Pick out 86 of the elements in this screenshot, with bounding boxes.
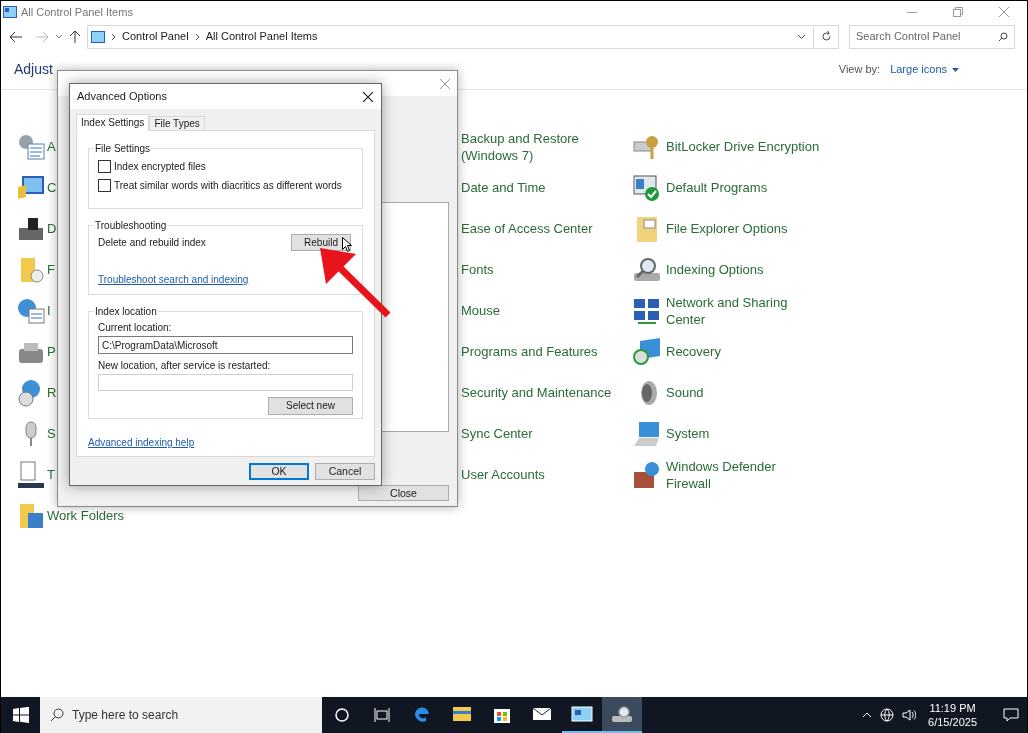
control-panel-link[interactable]: T (47, 466, 55, 483)
tab[interactable]: Index Settings (76, 114, 150, 131)
close-button[interactable]: Close (358, 485, 449, 501)
control-panel-link[interactable]: Backup and Restore (Windows 7) (461, 129, 579, 164)
clock[interactable]: 11:19 PM 6/15/2025 (924, 701, 981, 729)
chevron-down-icon[interactable] (55, 33, 63, 40)
search-icon (50, 708, 64, 722)
globe-icon[interactable] (880, 708, 895, 722)
control-panel-link[interactable]: Default Programs (666, 179, 768, 196)
close-icon[interactable] (363, 91, 373, 102)
control-panel-link[interactable]: System (666, 425, 710, 442)
up-arrow-icon[interactable] (69, 30, 81, 43)
speaker-icon[interactable] (902, 709, 917, 721)
control-panel-link[interactable]: I (47, 302, 51, 319)
checkbox-label: Treat similar words with diacritics as different words (114, 179, 342, 193)
control-panel-link[interactable]: Work Folders (47, 507, 125, 524)
help-link[interactable]: Advanced indexing help (88, 435, 195, 450)
control-panel-icon (91, 30, 105, 43)
control-panel-icon (3, 6, 17, 18)
control-panel-link[interactable]: F (47, 261, 55, 278)
monitor-clock-icon (632, 336, 662, 367)
search-field[interactable]: Search Control Panel (849, 24, 1015, 49)
select-new-button[interactable]: Select new (268, 397, 353, 415)
taskbar-search-field[interactable]: Type here to search (40, 697, 322, 733)
chevron-right-icon (194, 32, 200, 41)
field-label: Current location: (98, 321, 173, 335)
refresh-icon (820, 31, 832, 42)
chevron-right-icon (111, 32, 116, 41)
control-panel-link[interactable]: Date and Time (461, 179, 546, 196)
view-by-label: View by: (838, 62, 881, 78)
control-panel-link[interactable]: BitLocker Drive Encryption (666, 138, 820, 155)
control-panel-link[interactable]: Recovery (666, 343, 721, 360)
control-panel-link[interactable]: Security and Maintenance (461, 384, 612, 401)
notification-icon[interactable] (1003, 708, 1019, 722)
control-panel-link[interactable]: Windows Defender Firewall (666, 457, 776, 492)
address-bar[interactable]: Control Panel All Control Panel Items (87, 24, 814, 49)
control-panel-link[interactable]: A (47, 138, 56, 155)
breadcrumb-item[interactable]: All Control Panel Items (205, 28, 318, 45)
view-by-dropdown[interactable]: Large icons (890, 61, 959, 78)
control-panel-link[interactable]: Mouse (461, 302, 501, 319)
control-panel-link[interactable]: D (47, 220, 57, 237)
control-panel-link[interactable]: Indexing Options (666, 261, 764, 278)
checkbox[interactable] (98, 160, 111, 173)
brick-wall-globe-icon (632, 459, 662, 490)
control-panel-link[interactable]: R (47, 384, 57, 401)
caret-icon (952, 67, 959, 72)
location-field[interactable]: C:\ProgramData\Microsoft (98, 336, 353, 354)
taskbar-checklist-icon (16, 459, 46, 490)
control-panel-link[interactable]: File Explorer Options (666, 220, 788, 237)
control-panel-link[interactable]: Programs and Features (461, 343, 598, 360)
control-panel-link[interactable]: C (47, 179, 57, 196)
dialog-button[interactable]: OK (249, 463, 309, 480)
refresh-button[interactable] (813, 24, 839, 49)
rebuild-label: Delete and rebuild index (98, 236, 206, 250)
search-icon (998, 31, 1008, 42)
checkbox-label: Index encrypted files (114, 160, 206, 174)
control-panel-link[interactable]: Sound (666, 384, 704, 401)
folder-icon (452, 705, 472, 723)
back-arrow-icon[interactable] (9, 30, 23, 43)
envelope-icon (532, 706, 552, 722)
dialog-title: Advanced Options (77, 89, 167, 105)
breadcrumb-item[interactable]: Control Panel (122, 28, 189, 45)
control-panel-link[interactable]: Ease of Access Center (461, 220, 593, 237)
control-panel-link[interactable]: Network and Sharing Center (666, 293, 788, 328)
mouse-cursor-icon (342, 237, 352, 252)
dialog-button[interactable]: Cancel (315, 463, 375, 480)
control-panel-link[interactable]: User Accounts (461, 466, 545, 483)
chevron-down-icon[interactable] (797, 33, 806, 40)
page-heading: Adjust (14, 60, 53, 79)
checkbox[interactable] (98, 179, 111, 192)
window-title: All Control Panel Items (21, 4, 133, 20)
control-panel-link[interactable]: Sync Center (461, 425, 533, 442)
control-panel-icon (571, 706, 593, 722)
control-panel-link[interactable]: Fonts (461, 261, 494, 278)
control-panel-link[interactable]: S (47, 425, 56, 442)
field-label: New location, after service is restarted: (98, 359, 272, 373)
chevron-up-icon[interactable] (862, 712, 873, 718)
window-check-icon (632, 172, 662, 203)
group-title: File Settings (94, 141, 152, 156)
arrow-drawing (320, 248, 391, 318)
group-title: Troubleshooting (94, 218, 168, 233)
magnifier-drive-icon (611, 705, 633, 723)
control-panel-link[interactable]: P (47, 343, 56, 360)
taskbar-app[interactable] (602, 697, 642, 733)
location-field[interactable] (98, 374, 353, 391)
rebuild-button[interactable]: Rebuild (291, 234, 351, 251)
